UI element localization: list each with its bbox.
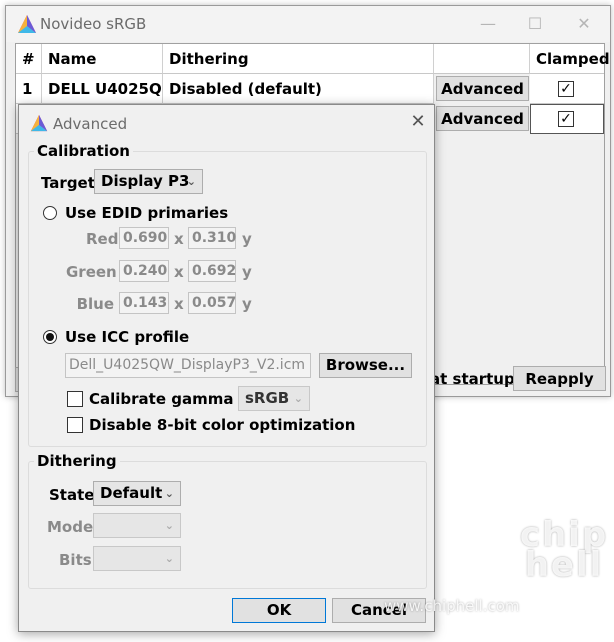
clamped-checkbox[interactable]: ✓ [558,111,574,127]
green-label: Green [66,263,117,281]
column-header-name[interactable]: Name [42,44,163,74]
advanced-button[interactable]: Advanced [436,106,529,131]
ok-button[interactable]: OK [232,598,326,623]
edid-label[interactable]: Use EDID primaries [65,204,228,222]
chevron-down-icon: ⌄ [164,519,174,532]
edid-radio[interactable] [43,206,57,220]
calibrate-gamma-checkbox[interactable] [67,391,83,407]
maximize-button[interactable]: ☐ [523,12,547,36]
row-dithering[interactable]: Disabled (default) [163,74,434,104]
x-separator: x [174,230,184,248]
y-separator: y [242,295,252,313]
advanced-dialog: Advanced ✕ Calibration Target Display P3… [18,104,435,632]
window-title: Novideo sRGB [40,15,147,33]
icc-label[interactable]: Use ICC profile [65,328,189,346]
blue-x-input[interactable]: 0.143 [119,292,169,314]
dithering-group-label: Dithering [34,452,120,470]
blue-label: Blue [76,295,114,313]
radio-selected-dot [46,333,54,341]
advanced-button[interactable]: Advanced [436,76,529,101]
close-icon[interactable]: ✕ [407,111,429,133]
red-x-input[interactable]: 0.690 [119,227,169,249]
chevron-down-icon: ⌄ [164,487,174,500]
target-label: Target [41,174,95,192]
disable-8bit-checkbox[interactable] [67,417,83,433]
calibration-group-label: Calibration [34,142,133,160]
watermark-url: www.chiphell.com [384,597,520,615]
red-label: Red [86,230,119,248]
green-y-input[interactable]: 0.692 [188,260,236,282]
chevron-down-icon: ⌄ [293,392,303,405]
chevron-down-icon: ⌄ [186,175,196,188]
app-logo-icon [30,114,48,132]
app-logo-icon [18,15,36,33]
column-header-dithering[interactable]: Dithering [163,44,434,74]
column-header-clamped[interactable]: Clamped [530,44,610,74]
chevron-down-icon: ⌄ [164,552,174,565]
bits-label: Bits [59,551,92,569]
browse-button[interactable]: Browse... [319,353,412,378]
disable-8bit-label[interactable]: Disable 8-bit color optimization [89,416,355,434]
blue-y-input[interactable]: 0.057 [188,292,236,314]
row-index: 1 [16,74,42,104]
mode-select[interactable]: ⌄ [93,513,181,538]
y-separator: y [242,230,252,248]
column-header-index[interactable]: # [16,44,42,74]
reapply-button[interactable]: Reapply [513,366,606,391]
watermark-logo: chip hell [519,515,609,585]
y-separator: y [242,263,252,281]
state-select-value: Default [100,484,163,502]
target-select-value: Display P3 [101,172,190,190]
startup-label: at startup [430,370,515,388]
bits-select[interactable]: ⌄ [93,546,181,571]
x-separator: x [174,295,184,313]
title-bar: Novideo sRGB — ☐ ✕ [6,6,610,42]
column-header-action [434,44,530,74]
clamped-cell: ✓ [530,74,604,104]
red-y-input[interactable]: 0.310 [188,227,236,249]
state-select[interactable]: Default ⌄ [93,481,181,506]
gamma-select[interactable]: sRGB ⌄ [238,386,310,411]
target-select[interactable]: Display P3 ⌄ [94,169,203,194]
x-separator: x [174,263,184,281]
gamma-select-value: sRGB [245,389,290,407]
clamped-checkbox[interactable]: ✓ [558,81,574,97]
close-button[interactable]: ✕ [572,12,596,36]
mode-label: Mode [47,518,94,536]
icc-path-field[interactable]: Dell_U4025QW_DisplayP3_V2.icm [65,353,311,378]
calibrate-gamma-label[interactable]: Calibrate gamma to [89,390,256,408]
green-x-input[interactable]: 0.240 [119,260,169,282]
row-name: DELL U4025QW [42,74,163,104]
clamped-cell: ✓ [530,104,604,134]
icc-radio[interactable] [43,330,57,344]
state-label: State [49,486,95,504]
minimize-button[interactable]: — [476,12,500,36]
dialog-title: Advanced [53,115,128,133]
